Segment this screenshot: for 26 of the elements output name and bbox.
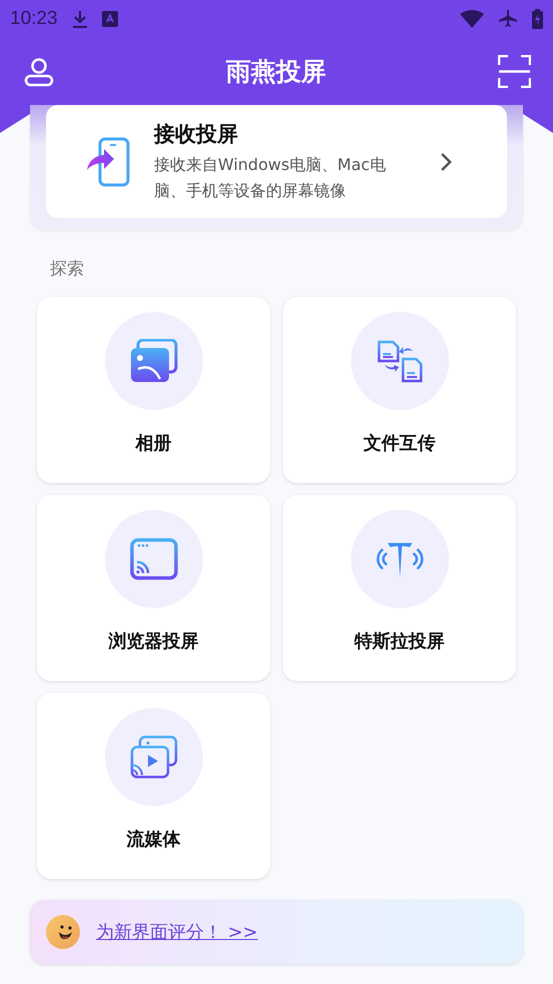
app-title: 雨燕投屏 (226, 56, 326, 88)
feature-tile[interactable]: 相册 (37, 297, 270, 483)
receive-cast-title: 接收投屏 (154, 120, 239, 148)
airplane-icon (498, 9, 518, 29)
chevron-right-icon (440, 152, 452, 172)
keyboard-app-icon (102, 11, 118, 27)
browser-cast-icon (130, 538, 178, 580)
section-title: 探索 (50, 258, 84, 280)
status-time: 10:23 (10, 8, 58, 30)
rate-link[interactable]: 为新界面评分！ >> (96, 920, 258, 944)
user-icon[interactable] (24, 56, 54, 86)
feature-tile[interactable]: 流媒体 (37, 693, 270, 879)
scan-icon[interactable] (498, 55, 531, 88)
phone-receive-icon (86, 136, 130, 186)
feature-tile[interactable]: 特斯拉投屏 (283, 495, 516, 681)
streaming-cast-icon (130, 735, 178, 779)
smiley-icon (46, 915, 80, 949)
receive-cast-description: 接收来自Windows电脑、Mac电脑、手机等设备的屏幕镜像 (154, 154, 387, 202)
battery-icon (532, 9, 543, 29)
feature-tile[interactable]: 文件互传 (283, 297, 516, 483)
receive-cast-card[interactable]: 接收投屏 接收来自Windows电脑、Mac电脑、手机等设备的屏幕镜像 (46, 105, 507, 218)
feature-tile[interactable]: 浏览器投屏 (37, 495, 270, 681)
file-transfer-icon (376, 339, 422, 383)
photo-album-icon (130, 339, 178, 383)
wifi-icon (460, 10, 484, 28)
download-icon (72, 10, 88, 28)
